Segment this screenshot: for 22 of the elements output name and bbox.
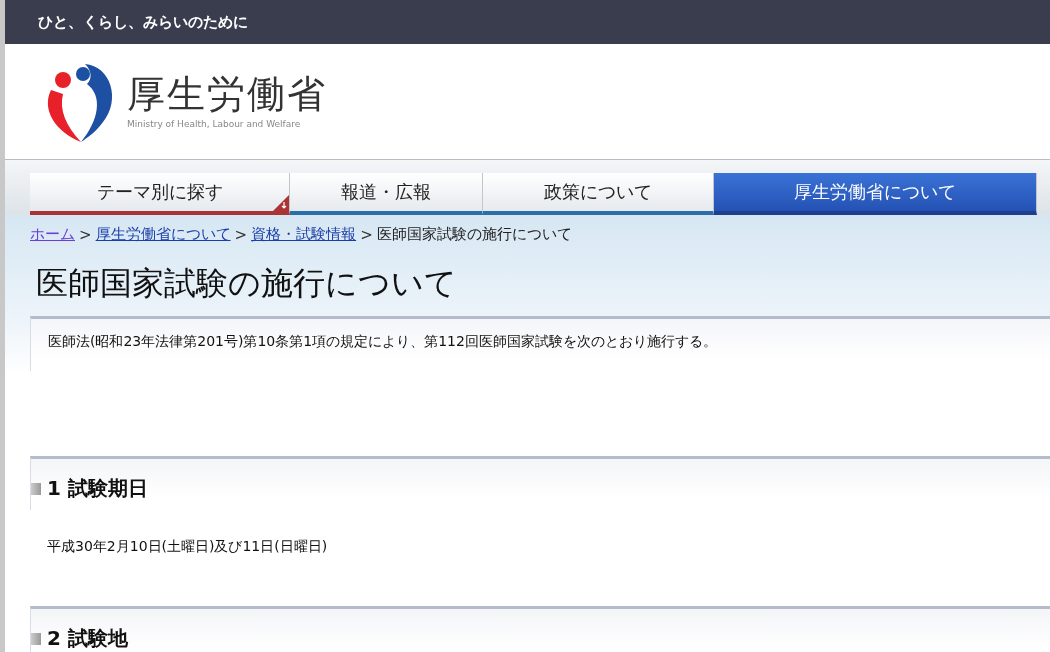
heading-marker-icon [31, 482, 41, 495]
section-text: 平成30年2月10日(土曜日)及び11日(日曜日) [47, 538, 328, 554]
breadcrumb-separator: > [79, 225, 92, 244]
logo-title[interactable]: 厚生労働省 [127, 73, 327, 116]
nav-tab[interactable]: 報道・広報 [290, 173, 483, 215]
breadcrumb-separator: > [360, 225, 373, 244]
breadcrumb-separator: > [234, 225, 248, 244]
tagline: ひと、くらし、みらいのために [38, 12, 248, 32]
section-heading: 2 試験地 [47, 625, 128, 652]
breadcrumb-link[interactable]: 厚生労働省について [95, 225, 231, 244]
dropdown-arrow-icon [273, 195, 289, 211]
nav-tab[interactable]: 政策について [483, 173, 714, 215]
nav-tab[interactable]: 厚生労働省について [714, 173, 1037, 215]
heading-marker-icon [31, 632, 41, 645]
breadcrumb-link[interactable]: 資格・試験情報 [251, 225, 357, 244]
intro-text: 医師法(昭和23年法律第201号)第10条第1項の規定により、第112回医師国家試験を次のとおり施行する。 [48, 333, 717, 349]
breadcrumb-link[interactable]: ホーム [30, 225, 75, 244]
nav-tab[interactable]: テーマ別に探す [30, 173, 290, 215]
section-heading: 1 試験期日 [47, 475, 148, 502]
logo-subtitle: Ministry of Health, Labour and Welfare [127, 119, 302, 130]
breadcrumb-current: 医師国家試験の施行について [376, 225, 572, 244]
page-title: 医師国家試験の施行について [36, 263, 458, 304]
